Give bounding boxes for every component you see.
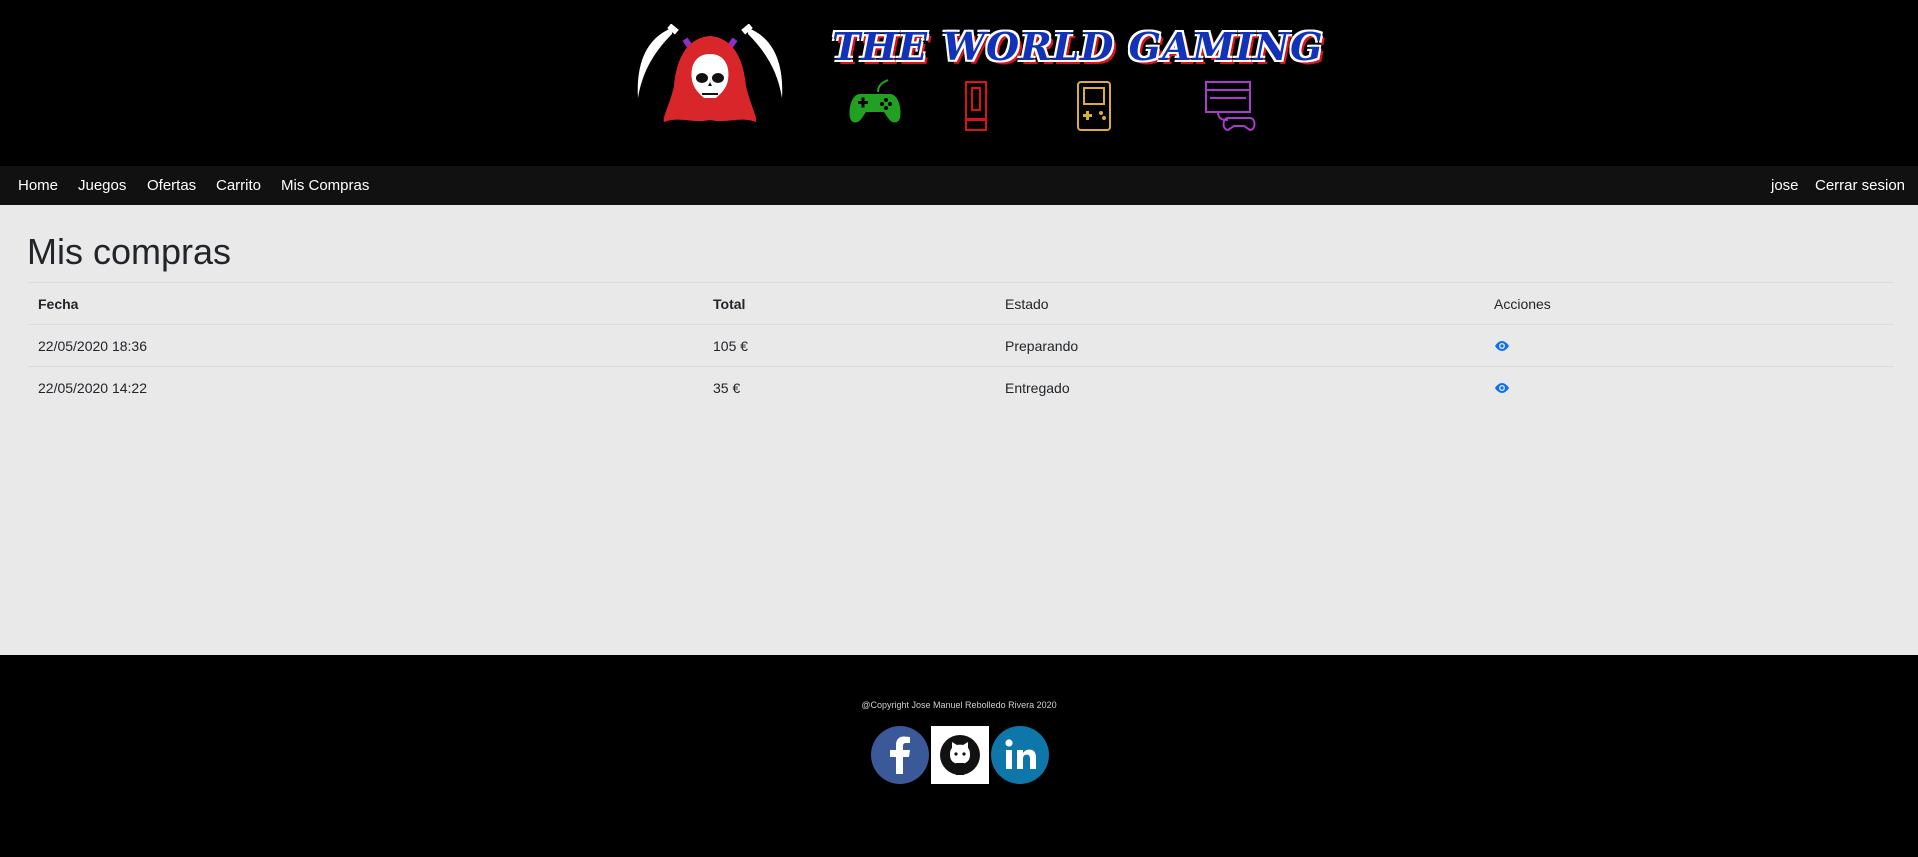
main-content: Mis compras Fecha Total Estado Acciones … bbox=[0, 205, 1918, 655]
gamepad-icon bbox=[849, 79, 901, 123]
orders-table: Fecha Total Estado Acciones 22/05/2020 1… bbox=[28, 282, 1894, 408]
page-title: Mis compras bbox=[27, 231, 232, 272]
eye-icon[interactable] bbox=[1494, 338, 1510, 354]
order-date: 22/05/2020 14:22 bbox=[38, 380, 147, 396]
reaper-logo-icon bbox=[637, 24, 783, 122]
copyright-text: @Copyright Jose Manuel Rebolledo Rivera … bbox=[861, 700, 1057, 710]
nav-carrito[interactable]: Carrito bbox=[216, 166, 261, 205]
table-row: 22/05/2020 18:36 105 € Preparando bbox=[28, 324, 1894, 366]
site-banner: THE WORLD GAMING bbox=[0, 0, 1918, 166]
nav-user[interactable]: jose bbox=[1771, 166, 1799, 205]
column-header-acciones: Acciones bbox=[1494, 296, 1551, 312]
retro-console-icon bbox=[1205, 81, 1256, 132]
linkedin-icon[interactable] bbox=[991, 726, 1049, 784]
github-icon[interactable] bbox=[931, 726, 989, 784]
arcade-icon bbox=[965, 81, 987, 131]
nav-mis-compras[interactable]: Mis Compras bbox=[281, 166, 369, 205]
brand-title: THE WORLD GAMING bbox=[832, 24, 1324, 69]
nav-ofertas[interactable]: Ofertas bbox=[147, 166, 196, 205]
order-status: Entregado bbox=[1005, 380, 1070, 396]
column-header-fecha: Fecha bbox=[38, 296, 79, 312]
nav-logout[interactable]: Cerrar sesion bbox=[1815, 166, 1905, 205]
facebook-icon[interactable] bbox=[871, 726, 929, 784]
order-total: 105 € bbox=[713, 338, 749, 354]
column-header-total: Total bbox=[713, 296, 746, 312]
eye-icon[interactable] bbox=[1494, 380, 1510, 396]
column-header-estado: Estado bbox=[1005, 296, 1049, 312]
order-date: 22/05/2020 18:36 bbox=[38, 338, 147, 354]
table-header-row: Fecha Total Estado Acciones bbox=[28, 282, 1894, 324]
nav-juegos[interactable]: Juegos bbox=[78, 166, 126, 205]
nav-home[interactable]: Home bbox=[18, 166, 58, 205]
table-row: 22/05/2020 14:22 35 € Entregado bbox=[28, 366, 1894, 408]
order-status: Preparando bbox=[1005, 338, 1079, 354]
main-navbar: Home Juegos Ofertas Carrito Mis Compras … bbox=[0, 166, 1918, 205]
order-total: 35 € bbox=[713, 380, 741, 396]
handheld-console-icon bbox=[1077, 81, 1111, 131]
site-footer: @Copyright Jose Manuel Rebolledo Rivera … bbox=[0, 655, 1918, 857]
